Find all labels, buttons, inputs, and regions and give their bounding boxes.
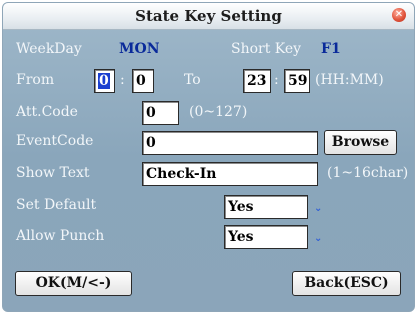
to-minute-field[interactable]: 59 bbox=[284, 69, 310, 93]
chevron-down-icon[interactable]: ⌄ bbox=[314, 203, 322, 214]
setdefault-label: Set Default bbox=[16, 197, 97, 213]
back-button[interactable]: Back(ESC) bbox=[292, 271, 401, 296]
to-label: To bbox=[184, 72, 201, 88]
to-time-separator: : bbox=[274, 72, 279, 88]
to-hour-field[interactable]: 23 bbox=[243, 69, 271, 93]
showtext-length-hint: (1~16char) bbox=[327, 165, 409, 181]
attcode-label: Att.Code bbox=[16, 104, 78, 120]
weekday-value[interactable]: MON bbox=[119, 41, 160, 57]
chevron-down-icon[interactable]: ⌄ bbox=[314, 233, 322, 244]
from-minute-field[interactable]: 0 bbox=[132, 69, 154, 93]
weekday-label: WeekDay bbox=[16, 41, 82, 57]
from-time-separator: : bbox=[120, 72, 125, 88]
allowpunch-select[interactable]: Yes bbox=[224, 225, 308, 249]
shortkey-label: Short Key bbox=[231, 41, 302, 57]
browse-button[interactable]: Browse bbox=[324, 130, 397, 155]
time-format-hint: (HH:MM) bbox=[315, 72, 384, 88]
from-hour-value: 0 bbox=[98, 73, 110, 89]
showtext-field[interactable]: Check-In bbox=[142, 162, 318, 186]
close-icon[interactable]: ✕ bbox=[392, 8, 406, 22]
window-title: State Key Setting bbox=[135, 7, 282, 25]
state-key-setting-window: State Key Setting ✕ WeekDay MON Short Ke… bbox=[2, 2, 415, 312]
showtext-label: Show Text bbox=[16, 165, 90, 181]
attcode-field[interactable]: 0 bbox=[142, 101, 179, 125]
eventcode-field[interactable]: 0 bbox=[142, 131, 318, 155]
shortkey-value[interactable]: F1 bbox=[321, 41, 341, 57]
from-label: From bbox=[16, 72, 55, 88]
eventcode-label: EventCode bbox=[16, 133, 94, 149]
setdefault-select[interactable]: Yes bbox=[224, 195, 308, 219]
title-bar: State Key Setting ✕ bbox=[3, 3, 414, 30]
ok-button[interactable]: OK(M/<-) bbox=[15, 271, 132, 296]
allowpunch-label: Allow Punch bbox=[16, 228, 105, 244]
attcode-range-hint: (0~127) bbox=[189, 104, 248, 120]
from-hour-field[interactable]: 0 bbox=[94, 69, 115, 93]
